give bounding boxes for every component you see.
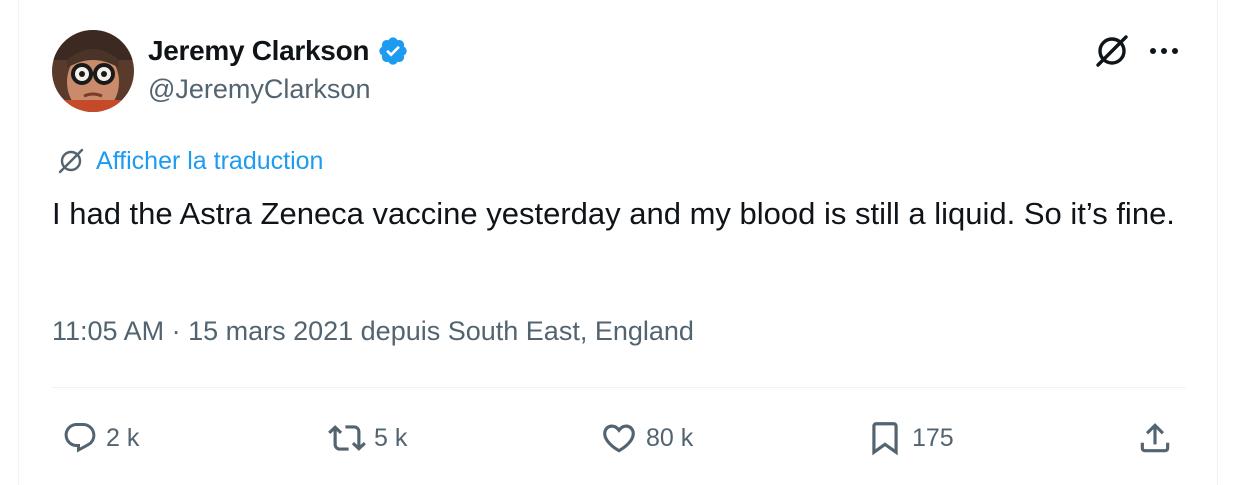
retweet-icon xyxy=(328,425,366,451)
retweet-button[interactable]: 5 k xyxy=(328,416,407,460)
card-border-right xyxy=(1217,0,1218,485)
tweet-text: I had the Astra Zeneca vaccine yesterday… xyxy=(52,196,1175,231)
more-options-icon[interactable] xyxy=(1146,38,1182,64)
grok-icon xyxy=(58,148,84,174)
translate-label[interactable]: Afficher la traduction xyxy=(96,147,323,176)
grok-icon[interactable] xyxy=(1092,31,1132,71)
translate-link[interactable]: Afficher la traduction xyxy=(56,146,323,176)
tweet-timestamp[interactable]: 11:05 AM · 15 mars 2021 depuis South Eas… xyxy=(52,316,694,347)
reply-button[interactable]: 2 k xyxy=(62,416,139,460)
author-display-name[interactable]: Jeremy Clarkson xyxy=(148,35,369,67)
card-border-left xyxy=(18,0,19,485)
like-count: 80 k xyxy=(646,423,694,452)
verified-badge-icon xyxy=(377,35,409,67)
reply-icon xyxy=(64,423,96,453)
avatar[interactable] xyxy=(52,30,134,112)
heart-icon xyxy=(603,424,635,453)
reply-count: 2 k xyxy=(106,423,140,452)
retweet-count: 5 k xyxy=(374,423,408,452)
tweet-card: Jeremy Clarkson @JeremyClarkson Afficher… xyxy=(0,0,1256,485)
author-handle[interactable]: @JeremyClarkson xyxy=(148,74,370,105)
author-name-row[interactable]: Jeremy Clarkson xyxy=(148,32,409,70)
share-icon xyxy=(1140,423,1170,453)
bookmark-button[interactable]: 175 xyxy=(866,416,954,460)
divider xyxy=(52,387,1186,388)
bookmark-icon xyxy=(872,422,898,456)
share-button[interactable] xyxy=(1136,416,1174,460)
avatar-image xyxy=(52,30,134,112)
bookmark-count: 175 xyxy=(912,423,954,452)
like-button[interactable]: 80 k xyxy=(600,416,693,460)
